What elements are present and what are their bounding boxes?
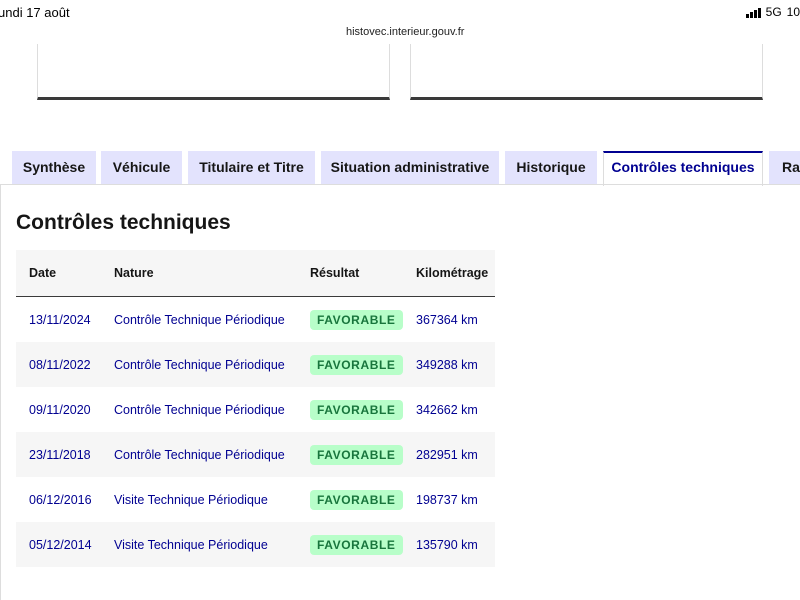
network-label: 5G [765,5,782,19]
header-mileage: Kilométrage [403,250,495,297]
header-result: Résultat [297,250,403,297]
cell-nature: Visite Technique Périodique [114,492,268,507]
url-bar[interactable]: histovec.interieur.gouv.fr [337,21,474,43]
cell-mileage: 135790 km [416,537,478,552]
cell-mileage: 349288 km [416,357,478,372]
page-title: Contrôles techniques [16,211,231,234]
cell-nature: Contrôle Technique Périodique [114,402,285,417]
table-row: 09/11/2020 Contrôle Technique Périodique… [16,387,495,432]
summary-card-left [37,44,390,100]
cell-nature: Visite Technique Périodique [114,537,268,552]
table-row: 13/11/2024 Contrôle Technique Périodique… [16,297,495,343]
header-date: Date [16,250,101,297]
tab-vehicule[interactable]: Véhicule [101,151,182,184]
signal-icon [746,7,761,18]
cell-date: 09/11/2020 [29,402,91,417]
cell-result: FAVORABLE [297,297,403,343]
cell-nature: Contrôle Technique Périodique [114,447,285,462]
status-badge: FAVORABLE [310,534,403,555]
cell-nature: Contrôle Technique Périodique [114,312,285,327]
inspections-table: Date Nature Résultat Kilométrage 13/11/2… [16,250,495,567]
cell-date: 23/11/2018 [29,447,91,462]
status-badge: FAVORABLE [310,444,403,465]
cell-mileage: 367364 km [416,312,478,327]
tab-controles-techniques[interactable]: Contrôles techniques [603,151,763,186]
table-header-row: Date Nature Résultat Kilométrage [16,250,495,297]
tab-situation-administrative[interactable]: Situation administrative [321,151,499,184]
table-row: 23/11/2018 Contrôle Technique Périodique… [16,432,495,477]
cell-date: 06/12/2016 [29,492,92,507]
tab-historique[interactable]: Historique [505,151,597,184]
cell-result: FAVORABLE [297,342,403,387]
cell-result: FAVORABLE [297,522,403,567]
table-row: 08/11/2022 Contrôle Technique Périodique… [16,342,495,387]
tab-titulaire-titre[interactable]: Titulaire et Titre [188,151,315,184]
tab-bar: Synthèse Véhicule Titulaire et Titre Sit… [0,151,800,186]
cell-result: FAVORABLE [297,432,403,477]
summary-card-right [410,44,763,100]
cell-date: 08/11/2022 [29,357,91,372]
cell-nature: Contrôle Technique Périodique [114,357,285,372]
cell-date: 13/11/2024 [29,312,91,327]
status-badge: FAVORABLE [310,399,403,420]
cell-mileage: 198737 km [416,492,478,507]
battery-label: 10( [786,5,800,19]
cell-result: FAVORABLE [297,477,403,522]
cell-date: 05/12/2014 [29,537,92,552]
cell-mileage: 282951 km [416,447,478,462]
status-indicators: 5G 10( [746,5,800,19]
tab-synthese[interactable]: Synthèse [12,151,96,184]
status-time: undi 17 août [0,5,70,20]
tab-panel-divider [0,184,800,185]
cell-mileage: 342662 km [416,402,478,417]
cell-result: FAVORABLE [297,387,403,432]
table-row: 05/12/2014 Visite Technique Périodique F… [16,522,495,567]
tab-rapport[interactable]: Rap [769,151,800,184]
status-badge: FAVORABLE [310,354,403,375]
table-row: 06/12/2016 Visite Technique Périodique F… [16,477,495,522]
status-badge: FAVORABLE [310,489,403,510]
status-badge: FAVORABLE [310,309,403,330]
header-nature: Nature [101,250,297,297]
tab-panel-border [0,184,1,600]
